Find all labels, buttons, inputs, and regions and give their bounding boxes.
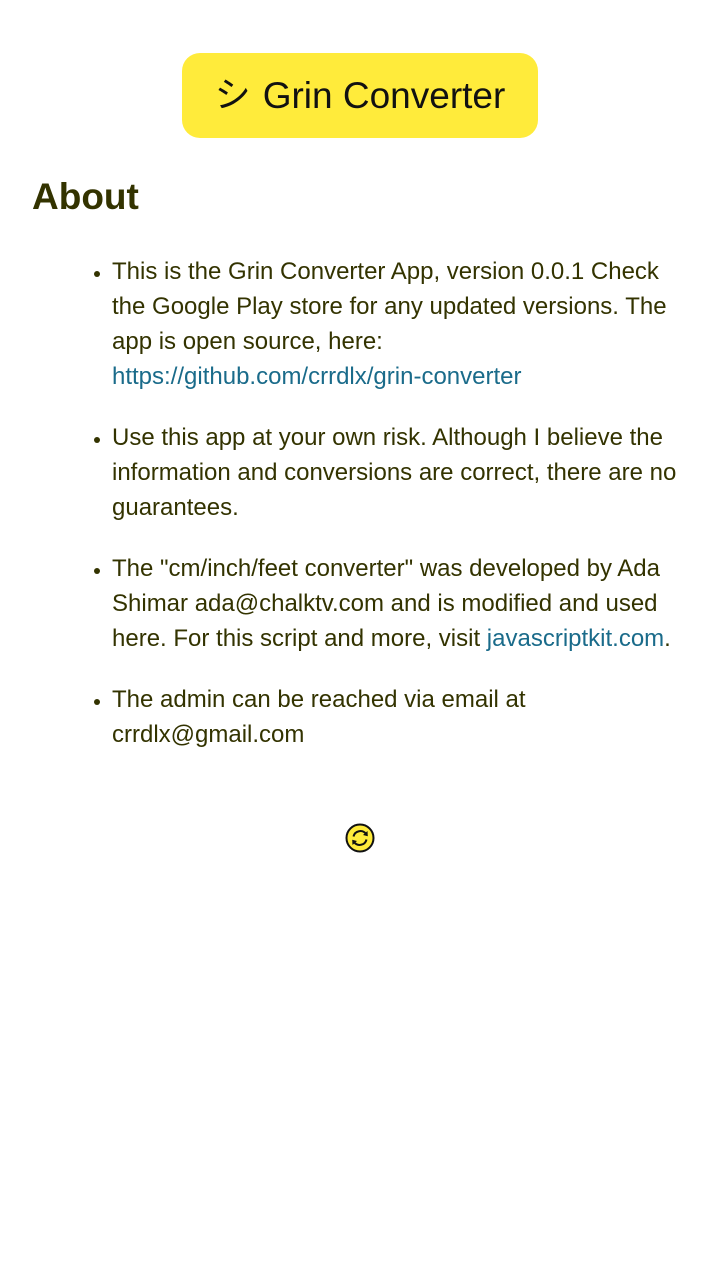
github-link[interactable]: https://github.com/crrdlx/grin-converter [112,363,522,390]
about-item-version: This is the Grin Converter App, version … [112,254,690,394]
about-item-text: This is the Grin Converter App, version … [112,258,667,355]
page-title: About [32,176,139,217]
about-item-text: Use this app at your own risk. Although … [112,424,677,521]
about-item-text-end: . [664,625,671,652]
about-item-text: The admin can be reached via email at cr… [112,686,526,748]
app-title-button[interactable]: シ Grin Converter [182,53,538,138]
javascriptkit-link[interactable]: javascriptkit.com [487,625,664,652]
refresh-icon[interactable] [345,823,375,853]
about-item-disclaimer: Use this app at your own risk. Although … [112,420,690,525]
app-title: Grin Converter [262,75,506,116]
about-item-credits: The "cm/inch/feet converter" was develop… [112,551,690,656]
app-logo-icon: シ [214,74,251,116]
about-item-contact: The admin can be reached via email at cr… [112,682,690,752]
about-list: This is the Grin Converter App, version … [0,254,690,778]
